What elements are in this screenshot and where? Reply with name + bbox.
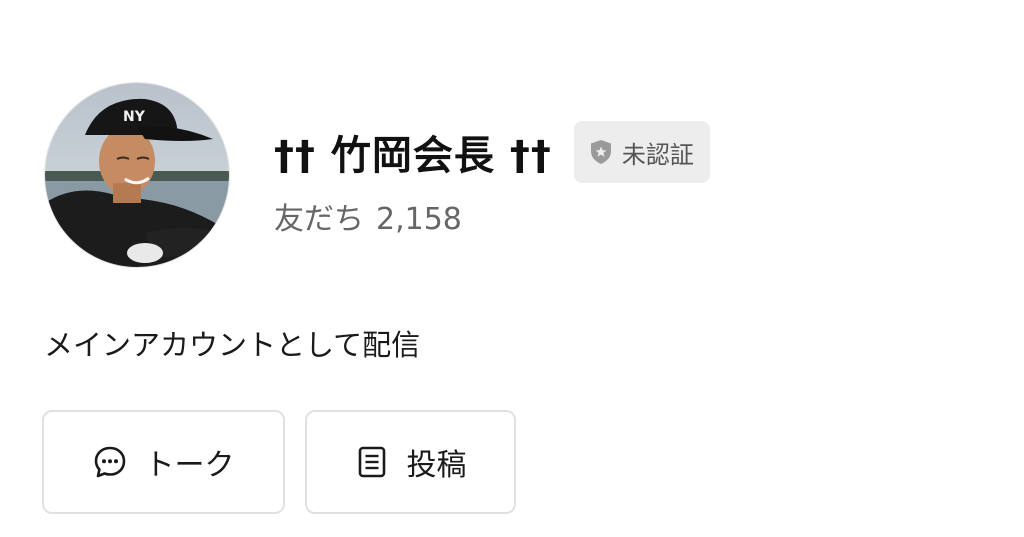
posts-button[interactable]: 投稿 [305, 410, 516, 514]
svg-text:NY: NY [123, 109, 146, 125]
avatar[interactable]: NY [44, 82, 230, 268]
friends-label: 友だち [274, 202, 364, 237]
avatar-photo: NY [45, 83, 229, 267]
status-message: メインアカウントとして配信 [44, 328, 421, 362]
profile-name-row: †† 竹岡会長 †† 未認証 [274, 121, 710, 183]
profile-page: NY †† 竹岡会長 †† 未認証 友だち 2,158 メインアカウントとして配信 [0, 0, 1024, 537]
posts-button-label: 投稿 [406, 448, 467, 483]
friends-count: 2,158 [376, 202, 462, 237]
shield-icon [590, 140, 611, 164]
verification-badge-label: 未認証 [621, 140, 694, 169]
document-icon [355, 445, 389, 479]
verification-badge[interactable]: 未認証 [573, 121, 710, 183]
friends-count-row: 友だち 2,158 [274, 194, 462, 238]
profile-name: †† 竹岡会長 †† [274, 133, 552, 179]
talk-button-label: トーク [144, 448, 235, 483]
chat-bubble-icon [93, 445, 127, 479]
talk-button[interactable]: トーク [42, 410, 285, 514]
